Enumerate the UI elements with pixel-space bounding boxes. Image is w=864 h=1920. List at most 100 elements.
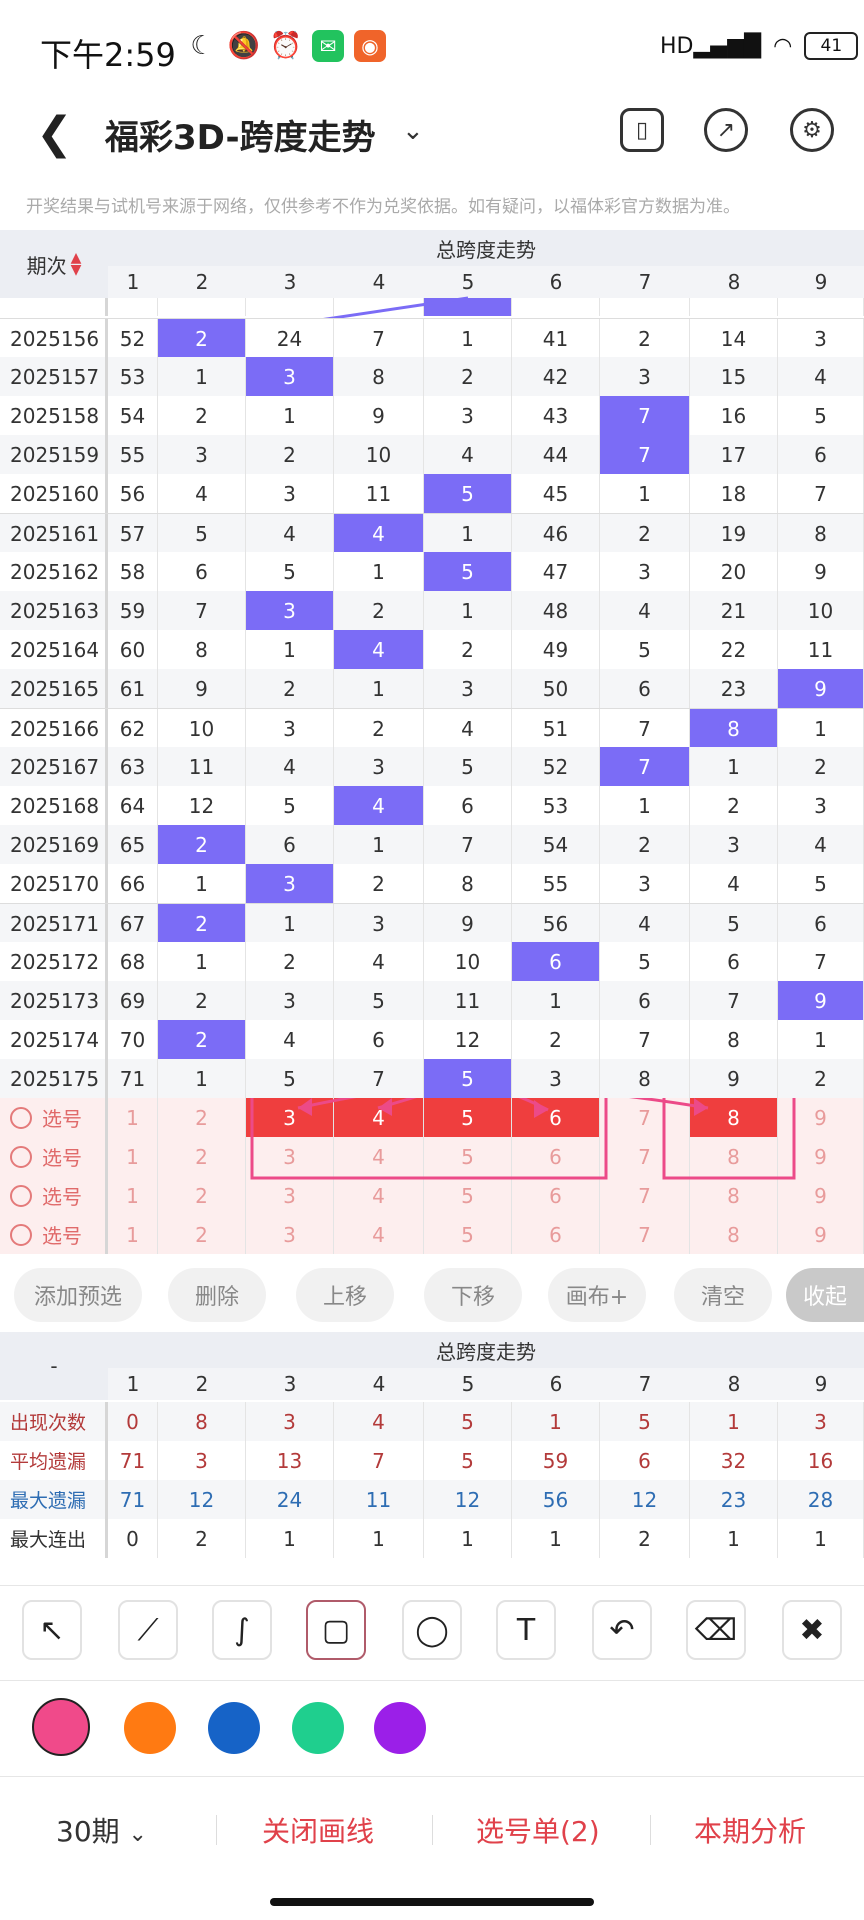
cell-col-9: 3 [778, 319, 864, 358]
cell-col-6: 2 [512, 1020, 600, 1059]
delete-button[interactable]: 删除 [168, 1268, 266, 1322]
cell-col-4: 5 [334, 981, 424, 1020]
cell-col-7: 12 [600, 1480, 690, 1519]
qici-cell: 2025171 [0, 904, 108, 943]
cell-col-5: 5 [424, 1402, 512, 1441]
color-swatch-4[interactable] [292, 1702, 344, 1754]
cell-col-9: 11 [778, 630, 864, 669]
cell-col-3: 4 [246, 514, 334, 553]
cell-col-9: 4 [778, 357, 864, 396]
cell-col-6: 56 [512, 904, 600, 943]
collapse-button[interactable]: 收起 [786, 1268, 864, 1322]
cell-col-5: 5 [424, 747, 512, 786]
qici-cell: 2025166 [0, 709, 108, 748]
cell-col-5: 7 [424, 825, 512, 864]
cell-col-7: 8 [600, 1059, 690, 1098]
cell-col-8: 8 [690, 709, 778, 748]
cell-col-4: 6 [334, 1020, 424, 1059]
cell-col-5: 2 [424, 630, 512, 669]
canvas-plus-button[interactable]: 画布+ [548, 1268, 646, 1322]
line-icon[interactable]: ⟋ [118, 1600, 178, 1660]
cell-col-4: 4 [334, 786, 424, 825]
cell-col-8: 15 [690, 357, 778, 396]
divider [432, 1815, 433, 1845]
cell-col-2: 2 [158, 1519, 246, 1558]
cell-col-6: 54 [512, 825, 600, 864]
cell-col-8: 1 [690, 1402, 778, 1441]
cell-col-9: 4 [778, 825, 864, 864]
cell-col-8: 32 [690, 1441, 778, 1480]
summary-column-header-2: 2 [158, 1368, 246, 1400]
cell-col-1: 0 [108, 1519, 158, 1558]
qici-cell: 2025175 [0, 1059, 108, 1098]
cell-col-5: 12 [424, 1020, 512, 1059]
summary-column-header-3: 3 [246, 1368, 334, 1400]
cell-col-2: 2 [158, 825, 246, 864]
summary-column-header-1: 1 [108, 1368, 158, 1400]
table-row: 2025164 60 8 1 4 2 49 5 22 11 [0, 630, 864, 669]
clear-button[interactable]: 清空 [674, 1268, 772, 1322]
circle-icon[interactable]: ◯ [402, 1600, 462, 1660]
pick-list-button[interactable]: 选号单(2) [476, 1810, 600, 1850]
color-swatch-3[interactable] [208, 1702, 260, 1754]
move-down-button[interactable]: 下移 [424, 1268, 522, 1322]
cell-col-6: 45 [512, 474, 600, 513]
cell-col-3: 3 [246, 1402, 334, 1441]
arrow-icon[interactable]: ↖ [22, 1600, 82, 1660]
move-up-button[interactable]: 上移 [296, 1268, 394, 1322]
cell-col-3: 1 [246, 1519, 334, 1558]
cell-col-3: 5 [246, 1059, 334, 1098]
cell-col-6: 53 [512, 786, 600, 825]
cell-col-3: 3 [246, 864, 334, 903]
summary-dash: - [0, 1332, 108, 1400]
text-icon[interactable]: T [496, 1600, 556, 1660]
undo-icon[interactable]: ↶ [592, 1600, 652, 1660]
summary-row: 最大连出 0 2 1 1 1 1 2 1 1 [0, 1519, 864, 1558]
cell-col-3: 24 [246, 1480, 334, 1519]
cell-col-5: 5 [424, 1059, 512, 1098]
qici-cell: 2025167 [0, 747, 108, 786]
cell-col-6: 1 [512, 1519, 600, 1558]
cell-col-2: 1 [158, 1059, 246, 1098]
color-swatch-2[interactable] [124, 1702, 176, 1754]
cell-col-9: 3 [778, 786, 864, 825]
period-selector[interactable]: 30期 ⌄ [56, 1810, 147, 1850]
eraser-icon[interactable]: ⌫ [686, 1600, 746, 1660]
cell-col-1: 62 [108, 709, 158, 748]
cell-col-2: 7 [158, 591, 246, 630]
cell-col-6: 48 [512, 591, 600, 630]
cell-col-9: 3 [778, 1402, 864, 1441]
clear-icon[interactable]: ✖ [782, 1600, 842, 1660]
cell-col-8: 7 [690, 981, 778, 1020]
cell-col-4: 1 [334, 1519, 424, 1558]
cell-col-8: 14 [690, 319, 778, 358]
cell-col-4: 2 [334, 709, 424, 748]
cell-col-3: 3 [246, 357, 334, 396]
cell-col-1: 68 [108, 942, 158, 981]
cell-col-1: 71 [108, 1059, 158, 1098]
arrowhead-4 [694, 1098, 708, 1116]
qici-cell: 2025159 [0, 435, 108, 474]
cell-col-8: 21 [690, 591, 778, 630]
table-row: 2025170 66 1 3 2 8 55 3 4 5 [0, 864, 864, 903]
cell-col-1: 54 [108, 396, 158, 435]
cell-col-9: 7 [778, 474, 864, 513]
curve-icon[interactable]: ∫ [212, 1600, 272, 1660]
home-indicator[interactable] [270, 1898, 594, 1906]
analysis-button[interactable]: 本期分析 [694, 1810, 806, 1850]
table-row: 2025156 52 2 24 7 1 41 2 14 3 [0, 318, 864, 358]
cell-col-5: 1 [424, 514, 512, 553]
summary-row: 出现次数 0 8 3 4 5 1 5 1 3 [0, 1402, 864, 1441]
qici-cell: 2025157 [0, 357, 108, 396]
cell-col-8: 23 [690, 669, 778, 708]
color-swatch-1[interactable] [32, 1698, 90, 1756]
divider [650, 1815, 651, 1845]
add-preselect-button[interactable]: 添加预选 [14, 1268, 142, 1322]
color-swatch-5[interactable] [374, 1702, 426, 1754]
cell-col-8: 16 [690, 396, 778, 435]
table-row: 2025168 64 12 5 4 6 53 1 2 3 [0, 786, 864, 825]
rect-icon[interactable]: ▢ [306, 1600, 366, 1660]
cell-col-9: 1 [778, 709, 864, 748]
close-draw-button[interactable]: 关闭画线 [262, 1810, 374, 1850]
cell-col-3: 5 [246, 786, 334, 825]
